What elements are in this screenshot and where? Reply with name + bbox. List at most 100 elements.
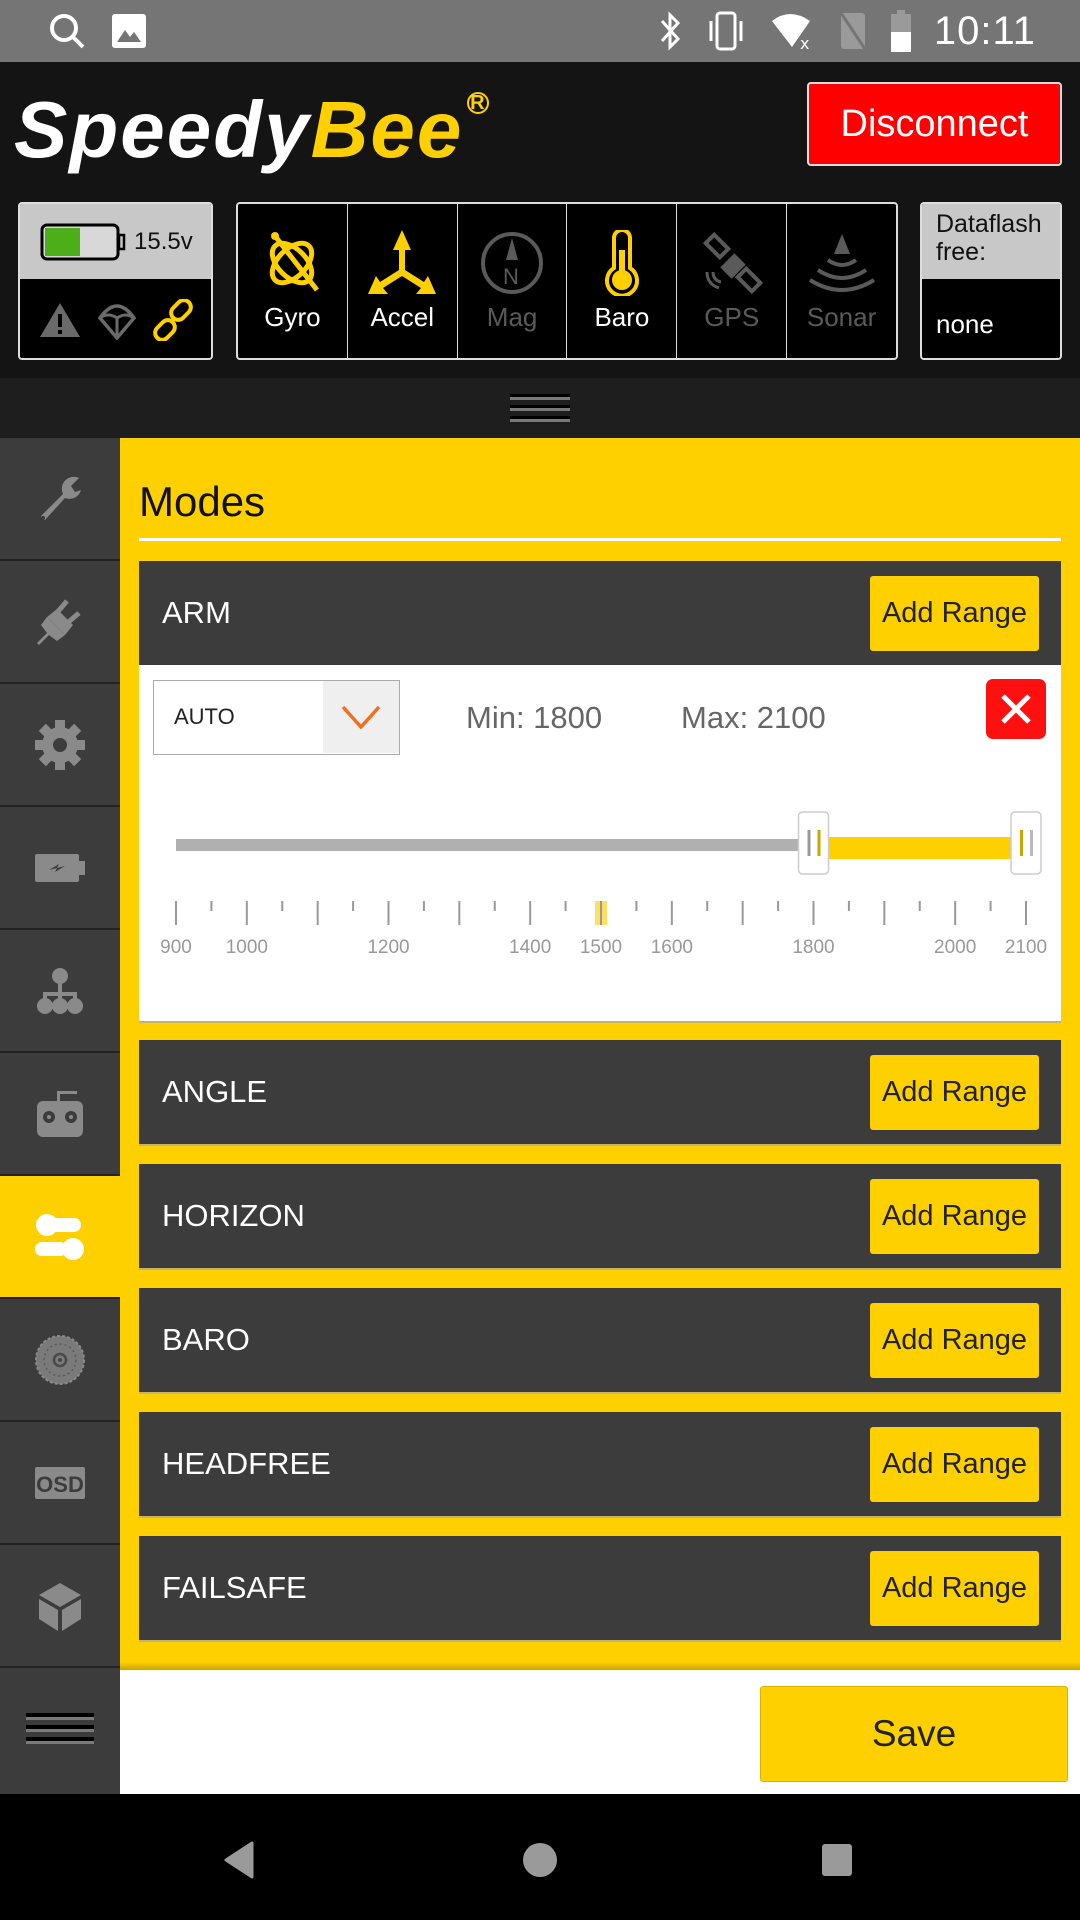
dataflash-panel: Dataflash free: none xyxy=(920,202,1062,360)
scale-label: 1800 xyxy=(792,937,834,958)
no-sim-icon xyxy=(839,12,867,50)
mode-name: HORIZON xyxy=(162,1198,305,1233)
link-icon xyxy=(152,298,193,341)
sidebar-item-receiver[interactable] xyxy=(0,1053,120,1176)
sidebar-item-osd[interactable]: OSD xyxy=(0,1422,120,1545)
vibrate-icon xyxy=(709,11,743,51)
system-nav-bar xyxy=(0,1794,1080,1920)
dataflash-label: Dataflash free: xyxy=(922,204,1060,279)
sensor-gps: GPS xyxy=(677,204,788,358)
scale-label: 1500 xyxy=(580,937,622,958)
app-header: SpeedyBee R Disconnect 15.5v Gyro Accel xyxy=(0,62,1080,440)
scale-label: 1200 xyxy=(367,937,409,958)
add-range-button[interactable]: Add Range xyxy=(870,1055,1039,1130)
sidebar-menu-button[interactable] xyxy=(0,1668,120,1794)
slider-min-handle[interactable] xyxy=(797,811,830,875)
mode-name: FAILSAFE xyxy=(162,1570,307,1605)
mode-name: ANGLE xyxy=(162,1074,268,1109)
add-range-button[interactable]: Add Range xyxy=(870,1303,1039,1378)
mode-name: BARO xyxy=(162,1322,250,1357)
range-slider[interactable] xyxy=(139,805,1061,885)
gyro-icon xyxy=(270,232,320,292)
hierarchy-icon xyxy=(37,967,83,1014)
slider-selected-range xyxy=(813,837,1026,859)
sidebar-nav: OSD xyxy=(0,438,120,1794)
header-collapse-handle[interactable] xyxy=(510,394,570,434)
recents-icon[interactable] xyxy=(820,1841,854,1879)
sidebar-item-power[interactable] xyxy=(0,807,120,930)
slider-scale: 900 1000 1200 1400 1500 1600 1800 2000 2100 xyxy=(160,901,1047,958)
sidebar-item-configuration[interactable] xyxy=(0,684,120,807)
image-icon xyxy=(112,14,146,48)
warning-icon xyxy=(39,302,80,337)
channel-select[interactable]: AUTO xyxy=(153,680,400,755)
mode-name: ARM xyxy=(162,595,231,630)
mode-name: HEADFREE xyxy=(162,1446,331,1481)
wifi-off-icon: x xyxy=(771,14,810,51)
mode-angle: ANGLE Add Range xyxy=(139,1040,1061,1146)
svg-text:OSD: OSD xyxy=(36,1472,84,1497)
thermometer-icon xyxy=(604,230,639,296)
scale-label: 900 xyxy=(160,937,192,958)
mode-arm: ARM Add Range AUTO Min: 1800 Max: 2100 9… xyxy=(139,561,1061,1023)
osd-icon: OSD xyxy=(35,1466,85,1499)
remote-controller-icon xyxy=(37,1090,83,1137)
sensor-mag: N Mag xyxy=(458,204,568,358)
add-range-button[interactable]: Add Range xyxy=(870,576,1039,651)
battery-level-icon xyxy=(40,223,126,260)
home-icon[interactable] xyxy=(522,1841,558,1879)
sidebar-item-ports[interactable] xyxy=(0,561,120,684)
back-icon[interactable] xyxy=(222,1841,256,1879)
svg-text:N: N xyxy=(503,264,519,289)
dataflash-value: none xyxy=(936,309,994,339)
page-title: Modes xyxy=(139,478,266,525)
sensor-status-panel: Gyro Accel N Mag Baro GPS Sonar xyxy=(236,202,898,360)
hamburger-icon xyxy=(26,1713,94,1749)
battery-charge-icon xyxy=(35,853,85,882)
sidebar-item-motors[interactable] xyxy=(0,1299,120,1422)
sonar-icon xyxy=(808,234,875,292)
mode-failsafe: FAILSAFE Add Range xyxy=(139,1536,1061,1642)
search-icon xyxy=(50,14,85,49)
add-range-button[interactable]: Add Range xyxy=(870,1179,1039,1254)
registered-mark: R xyxy=(467,92,490,114)
battery-status-panel: 15.5v xyxy=(18,202,213,360)
range-max-label: Max: 2100 xyxy=(681,700,826,735)
scale-label: 2000 xyxy=(934,937,976,958)
sensor-gyro: Gyro xyxy=(238,204,348,358)
svg-text:x: x xyxy=(800,34,809,51)
modes-panel: Modes ARM Add Range AUTO Min: 1800 Max: … xyxy=(120,438,1080,1670)
save-button[interactable]: Save xyxy=(760,1686,1068,1782)
disconnect-button[interactable]: Disconnect xyxy=(807,82,1062,166)
sidebar-item-3d[interactable] xyxy=(0,1545,120,1668)
speedybee-logo: SpeedyBee R xyxy=(14,84,490,194)
sensor-sonar: Sonar xyxy=(787,204,896,358)
scale-label: 1600 xyxy=(651,937,693,958)
scale-label: 2100 xyxy=(1005,937,1047,958)
sidebar-item-setup[interactable] xyxy=(0,438,120,561)
range-editor: AUTO Min: 1800 Max: 2100 900 1000 1200 1… xyxy=(139,665,1061,1021)
bluetooth-icon xyxy=(660,11,680,51)
footer-bar: Save xyxy=(120,1670,1080,1794)
chevron-down-icon xyxy=(341,705,381,729)
channel-select-value: AUTO xyxy=(174,704,235,729)
delete-range-button[interactable] xyxy=(986,679,1046,739)
slider-max-handle[interactable] xyxy=(1010,811,1042,875)
mode-headfree: HEADFREE Add Range xyxy=(139,1412,1061,1518)
battery-voltage: 15.5v xyxy=(134,227,193,255)
parachute-icon xyxy=(97,303,136,340)
plug-icon xyxy=(37,598,81,645)
clock: 10:11 xyxy=(933,8,1036,53)
close-icon xyxy=(1001,694,1031,724)
range-min-label: Min: 1800 xyxy=(466,700,603,735)
add-range-button[interactable]: Add Range xyxy=(870,1551,1039,1626)
scale-label: 1000 xyxy=(226,937,268,958)
sidebar-item-receiver-tree[interactable] xyxy=(0,930,120,1053)
status-bar: x 10:11 xyxy=(0,0,1080,62)
scale-label: 1400 xyxy=(509,937,551,958)
title-divider xyxy=(139,538,1061,541)
sidebar-item-modes[interactable] xyxy=(0,1176,120,1299)
satellite-icon xyxy=(702,231,763,295)
add-range-button[interactable]: Add Range xyxy=(870,1427,1039,1502)
motor-icon xyxy=(35,1334,85,1385)
